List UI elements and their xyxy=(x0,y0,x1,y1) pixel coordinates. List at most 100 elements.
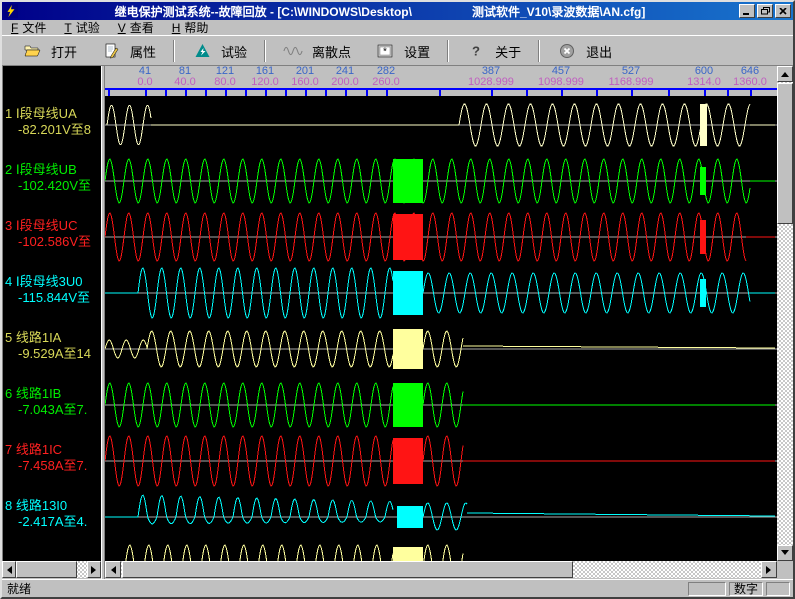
menu-help-hotkey: H xyxy=(172,21,181,35)
status-bar: 就绪 数字 xyxy=(2,579,793,597)
exit-icon xyxy=(557,42,577,60)
toolbar: 打开 属性 试验 离散点 * 设置 ? 关于 退出 xyxy=(2,37,793,66)
waveform-scrollbar-thumb[interactable] xyxy=(122,561,573,578)
menu-file-label: 文件 xyxy=(22,21,46,35)
channel-label-2[interactable]: 2 Ⅰ段母线UB-102.420V至 xyxy=(5,162,101,194)
channel-label-5[interactable]: 5 线路1IA-9.529A至14 xyxy=(5,330,101,362)
menu-view[interactable]: V 查看 xyxy=(109,19,163,36)
close-button[interactable] xyxy=(775,4,791,18)
channel-label-1[interactable]: 1 Ⅰ段母线UA-82.201V至8 xyxy=(5,106,101,138)
scrollbar-corner xyxy=(777,561,793,578)
label-scrollbar-thumb[interactable] xyxy=(16,561,77,578)
dense-sample-block-ch7 xyxy=(393,438,423,484)
menu-file[interactable]: F 文件 xyxy=(2,19,55,36)
waveform-scrollbar[interactable] xyxy=(105,561,777,578)
toolbar-button-about-label: 关于 xyxy=(495,42,521,61)
app-window: 继电保护测试系统--故障回放 - [C:\WINDOWS\Desktop\ 测试… xyxy=(0,0,795,599)
about-icon: ? xyxy=(466,42,486,60)
channel-label-7[interactable]: 7 线路1IC-7.458A至7. xyxy=(5,442,101,474)
label-panel-scrollbar[interactable] xyxy=(2,561,101,578)
scroll-up-button[interactable] xyxy=(777,66,793,82)
window-controls xyxy=(739,4,791,18)
toolbar-separator xyxy=(538,40,540,62)
channel-name-2: 2 Ⅰ段母线UB xyxy=(5,162,101,178)
dense-sample-block-ch2 xyxy=(393,159,423,203)
wave-scroll-left-button[interactable] xyxy=(105,561,121,578)
dense-sample-block-ch6 xyxy=(393,383,423,427)
toolbar-button-properties-label: 属性 xyxy=(130,42,156,61)
channel-label-3[interactable]: 3 Ⅰ段母线UC-102.586V至 xyxy=(5,218,101,250)
test-run-icon xyxy=(192,42,212,60)
channel-label-8[interactable]: 8 线路13I0-2.417A至4. xyxy=(5,498,101,530)
settings-icon: * xyxy=(375,42,395,60)
channel-name-3: 3 Ⅰ段母线UC xyxy=(5,218,101,234)
cursor-marker-ch3 xyxy=(700,220,706,254)
ruler-label-282: 282260.0 xyxy=(351,66,421,88)
scroll-down-button[interactable] xyxy=(777,545,793,561)
channel-range-2: -102.420V至 xyxy=(5,178,101,194)
label-scroll-right-button[interactable] xyxy=(87,561,101,578)
wave-scroll-right-button[interactable] xyxy=(761,561,777,578)
menu-view-label: 查看 xyxy=(130,21,154,35)
app-icon xyxy=(4,4,18,18)
ruler-label-457: 4571098.999 xyxy=(526,66,596,88)
channel-range-8: -2.417A至4. xyxy=(5,514,101,530)
dense-sample-block-ch3 xyxy=(393,214,423,260)
cursor-marker-ch4 xyxy=(700,279,706,307)
status-cell-empty-2 xyxy=(766,582,790,596)
dense-sample-block-ch8 xyxy=(397,506,423,528)
ruler-label-527: 5271168.999 xyxy=(596,66,666,88)
toolbar-button-discrete-points-label: 离散点 xyxy=(312,42,351,61)
status-text: 就绪 xyxy=(5,580,685,597)
ruler-label-646: 6461360.0 xyxy=(715,66,777,88)
menu-test-hotkey: T xyxy=(64,21,71,35)
toolbar-separator xyxy=(264,40,266,62)
waveform-ch9 xyxy=(105,545,775,561)
dense-sample-block-ch9 xyxy=(393,547,423,561)
window-title: 继电保护测试系统--故障回放 - [C:\WINDOWS\Desktop\ 测试… xyxy=(21,3,739,20)
channel-label-4[interactable]: 4 Ⅰ段母线3U0-115.844V至 xyxy=(5,274,101,306)
channel-name-5: 5 线路1IA xyxy=(5,330,101,346)
toolbar-button-settings[interactable]: * 设置 xyxy=(363,38,442,64)
up-arrow-icon xyxy=(781,68,789,77)
toolbar-button-discrete-points[interactable]: 离散点 xyxy=(271,38,363,64)
channel-range-5: -9.529A至14 xyxy=(5,346,101,362)
toolbar-button-open[interactable]: 打开 xyxy=(10,38,89,64)
menu-file-hotkey: F xyxy=(11,21,18,35)
dense-sample-block-ch5 xyxy=(393,329,423,369)
left-arrow-icon xyxy=(3,566,12,574)
menu-test[interactable]: T 试验 xyxy=(55,19,108,36)
toolbar-separator xyxy=(447,40,449,62)
open-folder-icon xyxy=(22,42,42,60)
toolbar-button-test[interactable]: 试验 xyxy=(180,38,259,64)
toolbar-button-about[interactable]: ? 关于 xyxy=(454,38,533,64)
time-ruler: 410.08140.012180.0161120.0201160.0241200… xyxy=(105,66,777,96)
toolbar-button-settings-label: 设置 xyxy=(404,42,430,61)
dense-sample-block-ch4 xyxy=(393,271,423,315)
ruler-label-387: 3871028.999 xyxy=(456,66,526,88)
restore-button[interactable] xyxy=(757,4,773,18)
menu-help-label: 帮助 xyxy=(184,21,208,35)
toolbar-button-properties[interactable]: 属性 xyxy=(89,38,168,64)
vertical-scrollbar[interactable] xyxy=(777,66,793,561)
right-arrow-icon xyxy=(766,566,775,574)
status-num-indicator: 数字 xyxy=(729,582,763,596)
svg-text:?: ? xyxy=(472,43,480,58)
channel-range-6: -7.043A至7. xyxy=(5,402,101,418)
discrete-points-icon xyxy=(283,42,303,60)
menu-help[interactable]: H帮助 xyxy=(163,19,218,36)
channel-label-6[interactable]: 6 线路1IB-7.043A至7. xyxy=(5,386,101,418)
menubar: F 文件 T 试验 V 查看 H帮助 xyxy=(2,20,793,36)
channel-name-1: 1 Ⅰ段母线UA xyxy=(5,106,101,122)
channel-label-panel: 1 Ⅰ段母线UA-82.201V至8 2 Ⅰ段母线UB-102.420V至 3 Ⅰ段… xyxy=(2,66,101,561)
menu-test-label: 试验 xyxy=(76,21,100,35)
minimize-button[interactable] xyxy=(739,4,755,18)
svg-text:*: * xyxy=(383,47,387,58)
properties-icon xyxy=(101,42,121,60)
channel-range-4: -115.844V至 xyxy=(5,290,101,306)
menu-view-hotkey: V xyxy=(118,21,126,35)
waveform-area[interactable] xyxy=(105,96,777,561)
label-scroll-left-button[interactable] xyxy=(2,561,16,578)
toolbar-button-exit[interactable]: 退出 xyxy=(545,38,624,64)
vertical-scrollbar-thumb[interactable] xyxy=(777,83,793,224)
